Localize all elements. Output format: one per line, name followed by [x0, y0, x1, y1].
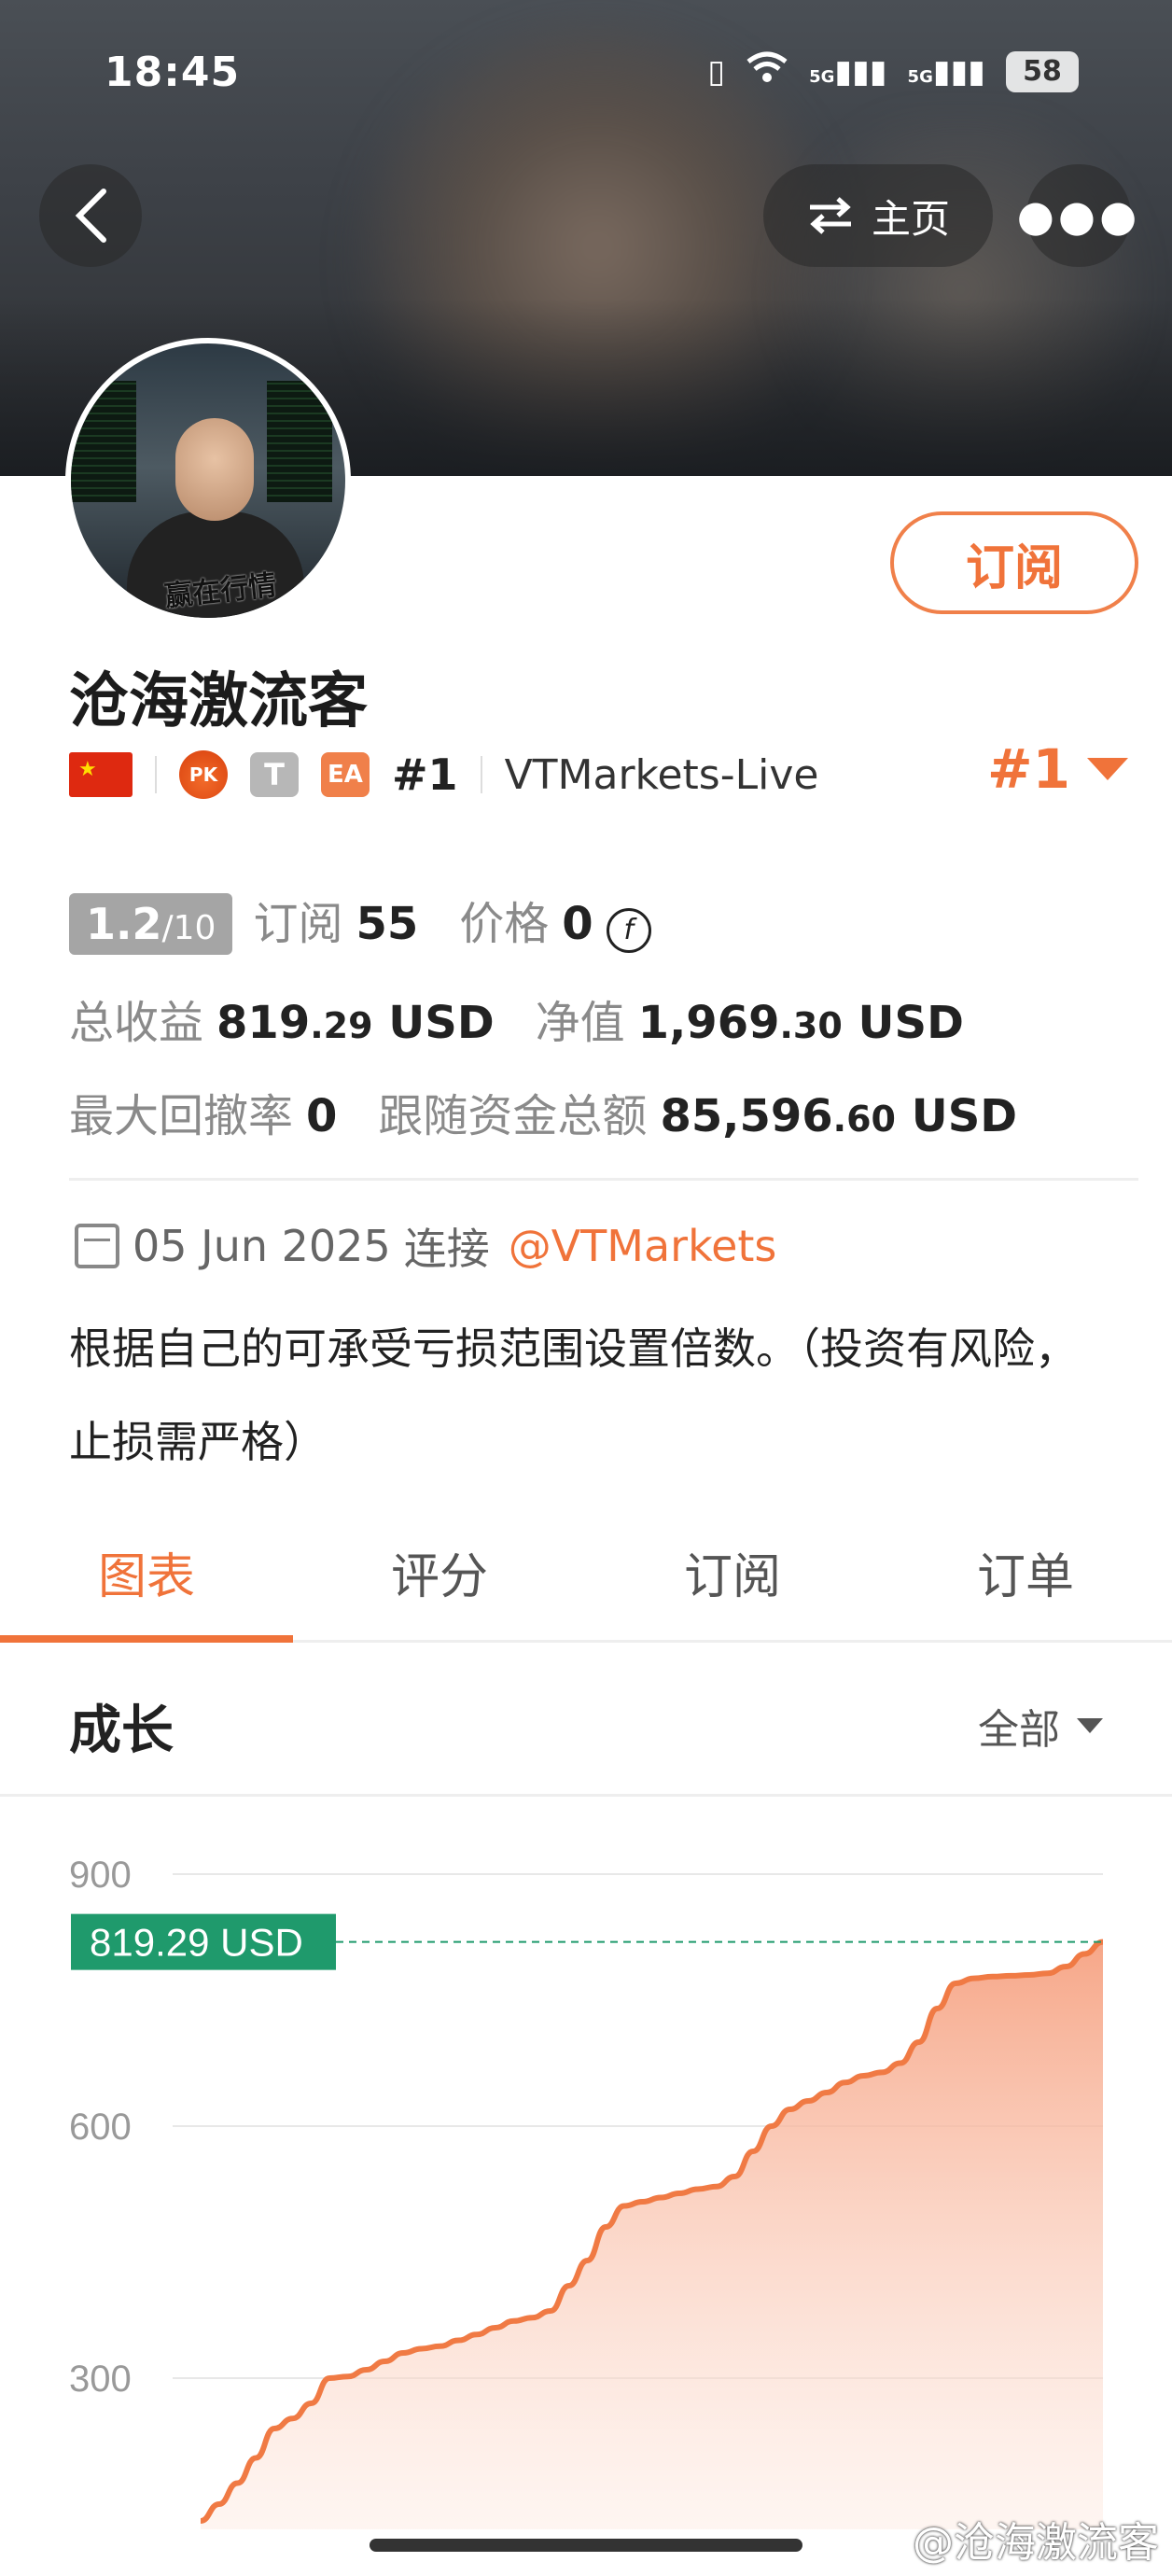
range-filter[interactable]: 全部: [978, 1696, 1103, 1756]
status-time: 18:45: [105, 49, 241, 96]
more-button[interactable]: ●●●: [1017, 164, 1137, 267]
y-tick-label: 900: [69, 1855, 132, 1896]
watermark: @沧海激流客: [913, 2519, 1159, 2567]
rank-label: #1: [392, 749, 458, 800]
profile-name: 沧海激流客: [69, 667, 368, 736]
y-tick-label: 300: [69, 2359, 132, 2400]
current-value-label: 819.29 USD: [71, 1913, 336, 1970]
status-bar: 18:45 ▯ 5G▮▮▮ 5G▮▮▮ 58: [0, 37, 1172, 112]
tab-chart[interactable]: 图表: [0, 1531, 293, 1643]
triangle-down-icon: [1086, 758, 1128, 780]
battery-icon: 58: [1006, 50, 1079, 92]
connect-date: 05 Jun 2025: [133, 1221, 391, 1271]
follow-funds-label: 跟随资金总额: [378, 1090, 648, 1142]
growth-section-header: 成长 全部: [0, 1647, 1172, 1797]
drawdown-value: 0: [306, 1090, 338, 1142]
section-title: 成长: [69, 1701, 174, 1761]
more-dots-icon: ●●●: [1016, 190, 1141, 241]
price-label: 价格: [459, 898, 550, 950]
rank-dropdown[interactable]: #1: [987, 737, 1128, 801]
home-indicator[interactable]: [370, 2539, 802, 2552]
server-name: VTMarkets-Live: [504, 750, 819, 799]
subscribe-count-label: 订阅: [253, 898, 343, 950]
coin-icon: f: [606, 907, 651, 953]
follow-funds-value: 85,596.60 USD: [660, 1090, 1018, 1142]
growth-chart: 900 600 300 819.29 USD: [0, 1801, 1172, 2529]
stats-row-3: 最大回撤率 0 跟随资金总额 85,596.60 USD: [69, 1079, 1017, 1144]
subscribe-button[interactable]: 订阅: [890, 511, 1138, 614]
tab-orders[interactable]: 订单: [879, 1531, 1172, 1640]
total-profit-label: 总收益: [69, 997, 204, 1049]
stats-row-2: 总收益 819.29 USD 净值 1,969.30 USD: [69, 986, 964, 1051]
tab-subscriptions[interactable]: 订阅: [586, 1531, 879, 1640]
avatar[interactable]: 赢在行情: [65, 338, 351, 623]
rank-dropdown-label: #1: [987, 737, 1070, 801]
signal-icon: 5G▮▮▮: [809, 52, 887, 91]
signal-icon-2: 5G▮▮▮: [907, 52, 985, 91]
home-label: 主页: [871, 195, 950, 242]
t-badge-icon[interactable]: T: [250, 752, 299, 797]
calendar-icon: [75, 1224, 119, 1268]
profile-page: 18:45 ▯ 5G▮▮▮ 5G▮▮▮ 58 主页 ●●● 赢在行情 订阅 沧海…: [0, 0, 1172, 2576]
tab-rating[interactable]: 评分: [293, 1531, 586, 1640]
chevron-left-icon: [75, 189, 106, 243]
vibrate-icon: ▯: [707, 52, 726, 91]
swap-icon: [809, 197, 851, 234]
back-button[interactable]: [39, 164, 142, 267]
price-value: 0: [562, 898, 593, 950]
triangle-down-icon: [1077, 1718, 1103, 1733]
y-tick-label: 600: [69, 2107, 132, 2148]
chart-area: [201, 1941, 1103, 2529]
home-button[interactable]: 主页: [763, 164, 993, 267]
ea-badge-icon[interactable]: EA: [321, 752, 370, 797]
connect-label: 连接: [403, 1224, 490, 1274]
svg-text:819.29 USD: 819.29 USD: [90, 1921, 303, 1965]
profile-meta: ★ PK T EA #1 VTMarkets-Live: [69, 747, 818, 803]
profile-description: 根据自己的可承受亏损范围设置倍数。（投资有风险， 止损需严格）: [69, 1323, 1078, 1467]
wifi-icon: [746, 50, 788, 92]
divider: [69, 1178, 1138, 1181]
equity-label: 净值: [535, 997, 625, 1049]
pk-badge-icon[interactable]: PK: [179, 750, 228, 799]
connect-info: 05 Jun 2025 连接 @VTMarkets: [75, 1215, 776, 1277]
broker-link[interactable]: @VTMarkets: [509, 1221, 777, 1271]
drawdown-label: 最大回撤率: [69, 1090, 294, 1142]
subscribe-count: 55: [356, 898, 419, 950]
stats-row-1: 1.2/10 订阅 55 价格 0 f: [69, 887, 651, 955]
growth-chart-svg: 900 600 300 819.29 USD: [69, 1855, 1104, 2529]
china-flag-icon: ★: [69, 752, 133, 797]
score-badge: 1.2/10: [69, 893, 233, 955]
equity-value: 1,969.30 USD: [637, 997, 964, 1049]
total-profit-value: 819.29 USD: [216, 997, 495, 1049]
tab-bar: 图表 评分 订阅 订单: [0, 1531, 1172, 1643]
